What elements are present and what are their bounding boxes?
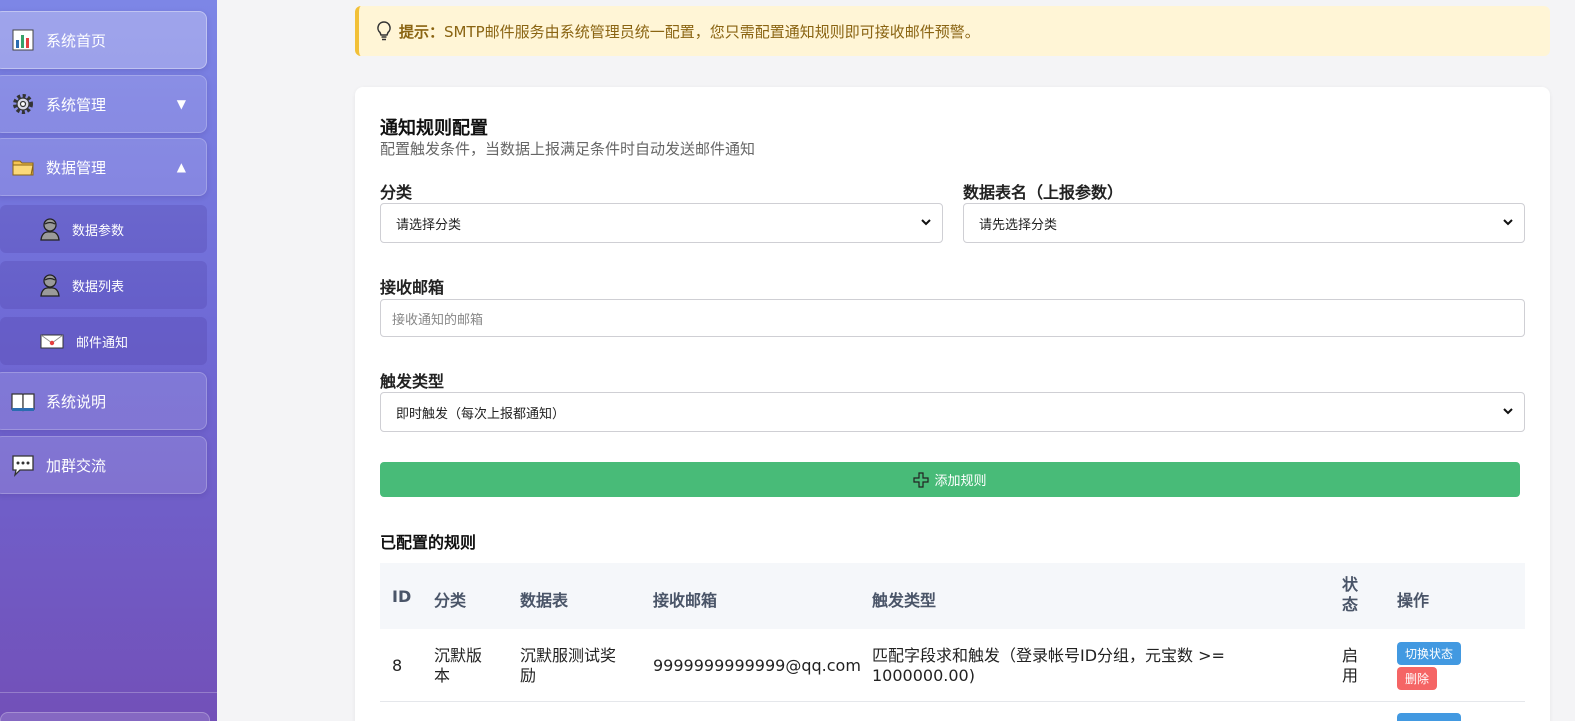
col-email: 接收邮箱 bbox=[653, 591, 718, 610]
col-actions: 操作 bbox=[1397, 591, 1430, 610]
email-input-placeholder: 接收通知的邮箱 bbox=[392, 312, 484, 328]
chevron-down-icon bbox=[1503, 408, 1513, 415]
email-input[interactable]: 接收通知的邮箱 bbox=[380, 299, 1525, 337]
cell-status: 启用 bbox=[1342, 646, 1359, 685]
col-status: 状态 bbox=[1342, 575, 1359, 614]
delete-button[interactable]: 删除 bbox=[1397, 667, 1437, 690]
gear-icon bbox=[13, 94, 33, 114]
next-row-toggle-button[interactable] bbox=[1397, 713, 1461, 721]
nav-system-admin[interactable]: 系统管理 ▼ bbox=[0, 75, 207, 133]
sub-item-data-list-label: 数据列表 bbox=[72, 279, 125, 295]
trigger-type-label: 触发类型 bbox=[380, 372, 445, 391]
email-label: 接收邮箱 bbox=[380, 278, 445, 297]
notify-rule-card: 通知规则配置 配置触发条件，当数据上报满足条件时自动发送邮件通知 分类 请选择分… bbox=[355, 87, 1550, 721]
sub-item-data-params-label: 数据参数 bbox=[72, 223, 125, 239]
cell-table: 沉默服测试奖励 bbox=[520, 646, 617, 685]
sidebar: 系统首页 系统管理 ▼ 数据管理 ▲ 数据参数 数据列表 邮件通知 系统说明 加… bbox=[0, 0, 217, 721]
card-subtitle: 配置触发条件，当数据上报满足条件时自动发送邮件通知 bbox=[380, 140, 756, 158]
table-header: ID 分类 数据表 接收邮箱 触发类型 状态 操作 bbox=[380, 563, 1525, 629]
nav-system-docs[interactable]: 系统说明 bbox=[0, 372, 207, 430]
user-icon bbox=[40, 218, 60, 241]
nav-data-admin-label: 数据管理 bbox=[46, 158, 107, 177]
nav-system-docs-label: 系统说明 bbox=[46, 392, 107, 411]
nav-join-group[interactable]: 加群交流 bbox=[0, 436, 207, 494]
chevron-down-icon: ▼ bbox=[176, 97, 186, 111]
user-icon bbox=[40, 274, 60, 297]
plus-icon bbox=[913, 471, 930, 488]
sub-item-data-list[interactable]: 数据列表 bbox=[0, 261, 207, 309]
book-icon bbox=[11, 393, 35, 412]
sidebar-divider bbox=[0, 692, 217, 693]
chevron-down-icon bbox=[921, 219, 931, 226]
nav-system-admin-label: 系统管理 bbox=[46, 95, 107, 114]
add-rule-label: 添加规则 bbox=[934, 474, 987, 489]
card-title: 通知规则配置 bbox=[380, 118, 488, 139]
sub-item-email-notify-label: 邮件通知 bbox=[76, 335, 129, 351]
tip-banner: 提示： SMTP邮件服务由系统管理员统一配置，您只需配置通知规则即可接收邮件预警… bbox=[355, 6, 1550, 56]
table-name-label: 数据表名（上报参数） bbox=[963, 183, 1124, 202]
trigger-type-select[interactable]: 即时触发（每次上报都通知） bbox=[380, 392, 1525, 432]
col-trigger: 触发类型 bbox=[872, 591, 937, 610]
category-select-value: 请选择分类 bbox=[396, 217, 462, 233]
category-label: 分类 bbox=[380, 183, 413, 202]
sub-item-email-notify[interactable]: 邮件通知 bbox=[0, 317, 207, 365]
chevron-down-icon bbox=[1503, 219, 1513, 226]
add-rule-button[interactable]: 添加规则 bbox=[380, 462, 1520, 497]
cell-email: 9999999999999@qq.com bbox=[653, 656, 861, 675]
chevron-up-icon: ▲ bbox=[176, 160, 186, 174]
table-row: 8 沉默版本 沉默服测试奖励 9999999999999@qq.com 匹配字段… bbox=[380, 629, 1525, 702]
tip-text: SMTP邮件服务由系统管理员统一配置，您只需配置通知规则即可接收邮件预警。 bbox=[444, 22, 980, 41]
nav-home[interactable]: 系统首页 bbox=[0, 11, 207, 69]
envelope-icon bbox=[40, 334, 64, 349]
sub-item-data-params[interactable]: 数据参数 bbox=[0, 205, 207, 253]
cell-category: 沉默版本 bbox=[434, 646, 483, 685]
table-name-select[interactable]: 请先选择分类 bbox=[963, 203, 1525, 243]
cell-trigger: 匹配字段求和触发（登录帐号ID分组，元宝数 >= 1000000.00) bbox=[872, 646, 1225, 685]
nav-data-admin[interactable]: 数据管理 ▲ bbox=[0, 138, 207, 196]
trigger-type-select-value: 即时触发（每次上报都通知） bbox=[396, 406, 566, 422]
folder-icon bbox=[12, 160, 34, 176]
sidebar-footer-button[interactable] bbox=[0, 712, 210, 721]
col-id: ID bbox=[392, 587, 412, 606]
tip-prefix: 提示： bbox=[399, 22, 445, 41]
nav-join-group-label: 加群交流 bbox=[46, 456, 107, 475]
category-select[interactable]: 请选择分类 bbox=[380, 203, 943, 243]
lightbulb-icon bbox=[377, 21, 391, 41]
table-name-select-value: 请先选择分类 bbox=[979, 217, 1058, 233]
chart-icon bbox=[12, 29, 34, 51]
col-category: 分类 bbox=[434, 591, 467, 610]
chat-icon bbox=[12, 455, 34, 477]
col-table: 数据表 bbox=[520, 591, 569, 610]
toggle-status-button[interactable]: 切换状态 bbox=[1397, 642, 1461, 665]
nav-home-label: 系统首页 bbox=[46, 31, 107, 50]
cell-id: 8 bbox=[392, 656, 403, 675]
configured-rules-title: 已配置的规则 bbox=[380, 533, 477, 552]
